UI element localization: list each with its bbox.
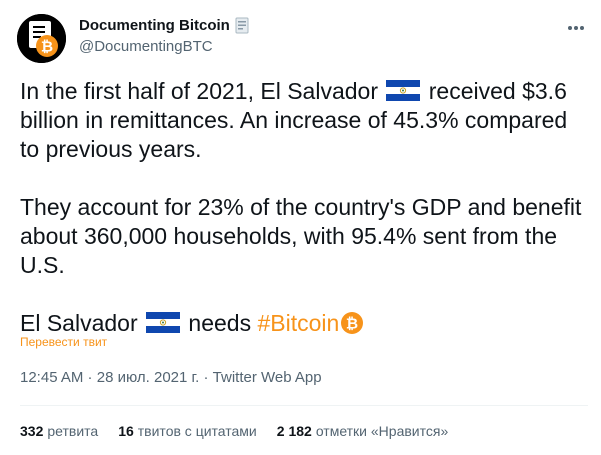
tweet-paragraph-1: In the first half of 2021, El Salvador r… bbox=[20, 77, 588, 164]
quotes-count: 16 bbox=[118, 423, 134, 439]
bitcoin-document-icon: ₿ bbox=[17, 14, 66, 63]
author-name[interactable]: Documenting Bitcoin bbox=[79, 17, 250, 34]
tweet-date[interactable]: 28 июл. 2021 г. bbox=[97, 369, 200, 386]
el-salvador-flag-icon bbox=[386, 80, 421, 101]
quotes-stat[interactable]: 16 твитов с цитатами bbox=[118, 423, 257, 439]
bitcoin-icon: ₿ bbox=[341, 312, 364, 334]
likes-stat[interactable]: 2 182 отметки «Нравится» bbox=[277, 423, 448, 439]
tweet-text: In the first half of 2021, El Salvador r… bbox=[20, 77, 588, 338]
meta-separator: · bbox=[199, 369, 213, 386]
author-handle[interactable]: @DocumentingBTC bbox=[79, 38, 213, 55]
translate-tweet-link[interactable]: Перевести твит bbox=[20, 335, 107, 349]
author-name-text: Documenting Bitcoin bbox=[79, 17, 230, 34]
hashtag-link[interactable]: #Bitcoin bbox=[257, 310, 339, 336]
meta-separator: · bbox=[83, 369, 97, 386]
likes-label: отметки «Нравится» bbox=[315, 423, 449, 439]
tweet-paragraph-3: El Salvador needs #Bitcoin ₿ bbox=[20, 309, 588, 338]
tweet-source[interactable]: Twitter Web App bbox=[213, 369, 322, 386]
quotes-label: твитов с цитатами bbox=[137, 423, 257, 439]
retweets-count: 332 bbox=[20, 423, 44, 439]
retweets-stat[interactable]: 332 ретвита bbox=[20, 423, 98, 439]
avatar[interactable]: ₿ bbox=[17, 14, 66, 63]
more-options-icon[interactable] bbox=[565, 18, 587, 38]
retweets-label: ретвита bbox=[47, 423, 99, 439]
document-icon bbox=[235, 17, 250, 34]
tweet-text-segment: In the first half of 2021, El Salvador bbox=[20, 78, 378, 104]
likes-count: 2 182 bbox=[276, 423, 312, 439]
tweet-text-segment: needs bbox=[188, 310, 252, 336]
tweet-time[interactable]: 12:45 AM bbox=[20, 369, 83, 386]
tweet-paragraph-2: They account for 23% of the country's GD… bbox=[20, 194, 582, 278]
tweet-meta: 12:45 AM · 28 июл. 2021 г. · Twitter Web… bbox=[20, 369, 322, 386]
divider bbox=[20, 405, 588, 406]
svg-text:₿: ₿ bbox=[346, 315, 358, 333]
tweet-stats: 332 ретвита 16 твитов с цитатами 2 182 отме… bbox=[20, 423, 448, 439]
svg-text:₿: ₿ bbox=[41, 38, 53, 56]
el-salvador-flag-icon bbox=[146, 312, 181, 333]
tweet-text-segment: El Salvador bbox=[20, 310, 138, 336]
